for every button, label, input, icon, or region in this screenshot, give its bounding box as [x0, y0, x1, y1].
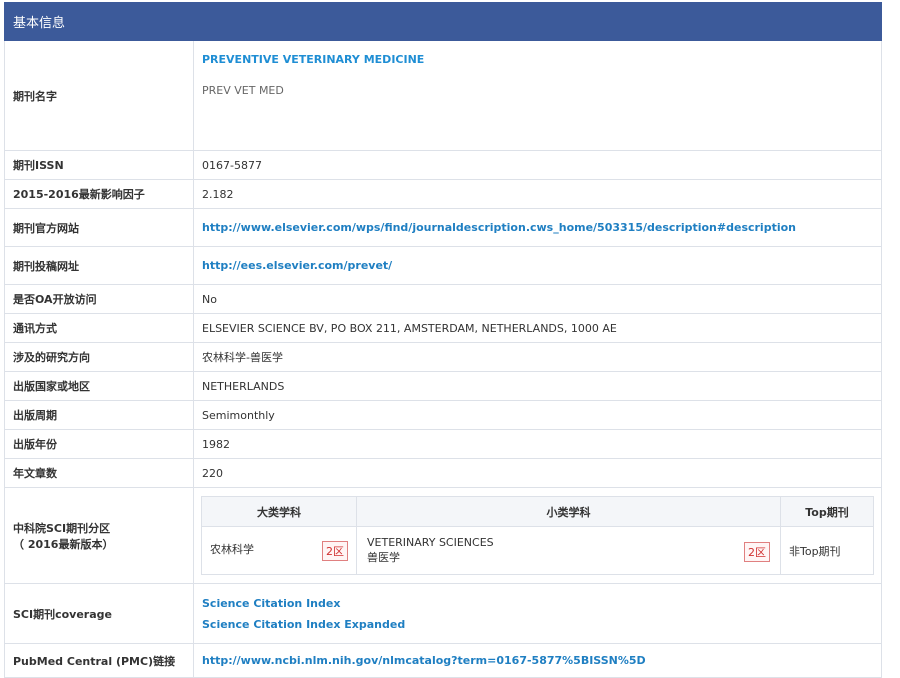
research-field-value: 农林科学-兽医学 [193, 342, 882, 372]
minor-subject-en: VETERINARY SCIENCES [367, 536, 494, 549]
row-label: 是否OA开放访问 [4, 284, 194, 314]
table-row: 中科院SCI期刊分区 （ 2016最新版本） 大类学科 小类学科 Top期刊 农… [4, 487, 882, 584]
row-label: 通讯方式 [4, 313, 194, 343]
table-row: PubMed Central (PMC)链接 http://www.ncbi.n… [4, 643, 882, 678]
table-header-row: 基本信息 [4, 2, 882, 41]
row-label: 出版年份 [4, 429, 194, 459]
table-row: 期刊官方网站 http://www.elsevier.com/wps/find/… [4, 208, 882, 247]
major-cell: 农林科学 2区 [201, 526, 357, 575]
row-label: 涉及的研究方向 [4, 342, 194, 372]
table-row: 出版周期 Semimonthly [4, 400, 882, 430]
row-label: 2015-2016最新影响因子 [4, 179, 194, 209]
coverage-cell: Science Citation Index Science Citation … [193, 583, 882, 644]
partition-table: 大类学科 小类学科 Top期刊 农林科学 2区 2区 VETERINARY SC… [201, 496, 874, 575]
coverage-link-sci[interactable]: Science Citation Index [202, 597, 873, 610]
table-row: 期刊投稿网址 http://ees.elsevier.com/prevet/ [4, 246, 882, 285]
minor-subject-cn: 兽医学 [367, 551, 400, 564]
minor-zone-badge: 2区 [744, 542, 770, 562]
oa-value: No [193, 284, 882, 314]
journal-abbrev: PREV VET MED [202, 84, 284, 97]
journal-info-table: 基本信息 期刊名字 PREVENTIVE VETERINARY MEDICINE… [4, 2, 882, 678]
row-label: 年文章数 [4, 458, 194, 488]
official-website-link[interactable]: http://www.elsevier.com/wps/find/journal… [193, 208, 882, 247]
table-row: 期刊名字 PREVENTIVE VETERINARY MEDICINE PREV… [4, 40, 882, 151]
table-row: 是否OA开放访问 No [4, 284, 882, 314]
issn-value: 0167-5877 [193, 150, 882, 180]
impact-factor-value: 2.182 [193, 179, 882, 209]
col-major: 大类学科 [201, 496, 357, 527]
table-row: 期刊ISSN 0167-5877 [4, 150, 882, 180]
row-label: 期刊投稿网址 [4, 246, 194, 285]
country-value: NETHERLANDS [193, 371, 882, 401]
period-value: Semimonthly [193, 400, 882, 430]
major-zone-badge: 2区 [322, 540, 348, 561]
journal-full-name[interactable]: PREVENTIVE VETERINARY MEDICINE [202, 53, 873, 66]
major-subject: 农林科学 [210, 542, 254, 556]
top-journal-value: 非Top期刊 [780, 526, 874, 575]
header-spacer [193, 2, 882, 41]
table-row: 2015-2016最新影响因子 2.182 [4, 179, 882, 209]
row-label: PubMed Central (PMC)链接 [4, 643, 194, 678]
year-value: 1982 [193, 429, 882, 459]
partition-cell: 大类学科 小类学科 Top期刊 农林科学 2区 2区 VETERINARY SC… [193, 487, 882, 584]
partition-label-line2: （ 2016最新版本） [13, 537, 114, 551]
articles-value: 220 [193, 458, 882, 488]
section-title: 基本信息 [4, 2, 194, 41]
partition-label: 中科院SCI期刊分区 （ 2016最新版本） [4, 487, 194, 584]
table-row: 涉及的研究方向 农林科学-兽医学 [4, 342, 882, 372]
row-label: SCI期刊coverage [4, 583, 194, 644]
journal-name-cell: PREVENTIVE VETERINARY MEDICINE PREV VET … [193, 40, 882, 151]
table-row: SCI期刊coverage Science Citation Index Sci… [4, 583, 882, 644]
partition-label-line1: 中科院SCI期刊分区 [13, 521, 111, 535]
table-row: 年文章数 220 [4, 458, 882, 488]
table-row: 出版年份 1982 [4, 429, 882, 459]
submission-link[interactable]: http://ees.elsevier.com/prevet/ [193, 246, 882, 285]
coverage-link-scie[interactable]: Science Citation Index Expanded [202, 618, 873, 631]
row-label: 出版国家或地区 [4, 371, 194, 401]
pmc-link[interactable]: http://www.ncbi.nlm.nih.gov/nlmcatalog?t… [193, 643, 882, 678]
minor-cell: 2区 VETERINARY SCIENCES 兽医学 [356, 526, 781, 575]
table-row: 出版国家或地区 NETHERLANDS [4, 371, 882, 401]
col-top: Top期刊 [780, 496, 874, 527]
row-label: 期刊ISSN [4, 150, 194, 180]
row-label: 期刊官方网站 [4, 208, 194, 247]
contact-value: ELSEVIER SCIENCE BV, PO BOX 211, AMSTERD… [193, 313, 882, 343]
row-label: 期刊名字 [4, 40, 194, 151]
col-minor: 小类学科 [356, 496, 781, 527]
table-row: 通讯方式 ELSEVIER SCIENCE BV, PO BOX 211, AM… [4, 313, 882, 343]
row-label: 出版周期 [4, 400, 194, 430]
